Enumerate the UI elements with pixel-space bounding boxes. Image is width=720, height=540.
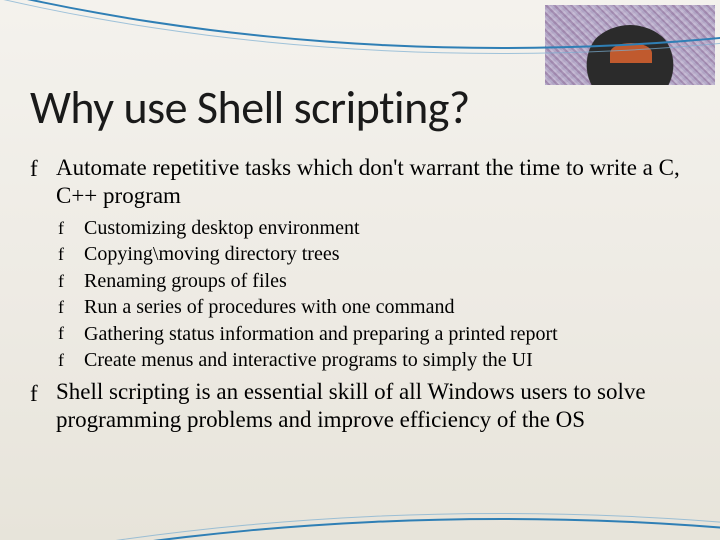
bullet-icon: f bbox=[30, 380, 38, 408]
list-item-text: Run a series of procedures with one comm… bbox=[84, 296, 454, 318]
list-item: f Create menus and interactive programs … bbox=[58, 348, 690, 372]
bullet-icon: f bbox=[58, 350, 64, 372]
decorative-curve-top-light bbox=[0, 0, 720, 54]
list-item-text: Automate repetitive tasks which don't wa… bbox=[56, 155, 680, 208]
list-item-text: Customizing desktop environment bbox=[84, 217, 360, 239]
bullet-icon: f bbox=[58, 218, 64, 240]
list-item: f Run a series of procedures with one co… bbox=[58, 295, 690, 319]
list-item-text: Shell scripting is an essential skill of… bbox=[56, 379, 646, 432]
bullet-icon: f bbox=[30, 155, 38, 183]
list-item-text: Gathering status information and prepari… bbox=[84, 323, 558, 345]
list-item: f Automate repetitive tasks which don't … bbox=[30, 154, 690, 210]
list-item: f Shell scripting is an essential skill … bbox=[30, 378, 690, 434]
decorative-curve-bottom-light bbox=[0, 513, 720, 540]
bullet-icon: f bbox=[58, 244, 64, 266]
list-item-text: Copying\moving directory trees bbox=[84, 243, 340, 265]
bullet-icon: f bbox=[58, 323, 64, 345]
slide-title: Why use Shell scripting? bbox=[30, 80, 690, 136]
slide: Why use Shell scripting? f Automate repe… bbox=[0, 0, 720, 540]
list-item: f Customizing desktop environment bbox=[58, 216, 690, 240]
slide-content: Why use Shell scripting? f Automate repe… bbox=[30, 80, 690, 441]
list-item: f Renaming groups of files bbox=[58, 269, 690, 293]
list-item-text: Renaming groups of files bbox=[84, 270, 287, 292]
list-item-text: Create menus and interactive programs to… bbox=[84, 349, 533, 371]
list-item: f Copying\moving directory trees bbox=[58, 242, 690, 266]
bullet-icon: f bbox=[58, 297, 64, 319]
list-item: f Gathering status information and prepa… bbox=[58, 322, 690, 346]
bullet-icon: f bbox=[58, 271, 64, 293]
